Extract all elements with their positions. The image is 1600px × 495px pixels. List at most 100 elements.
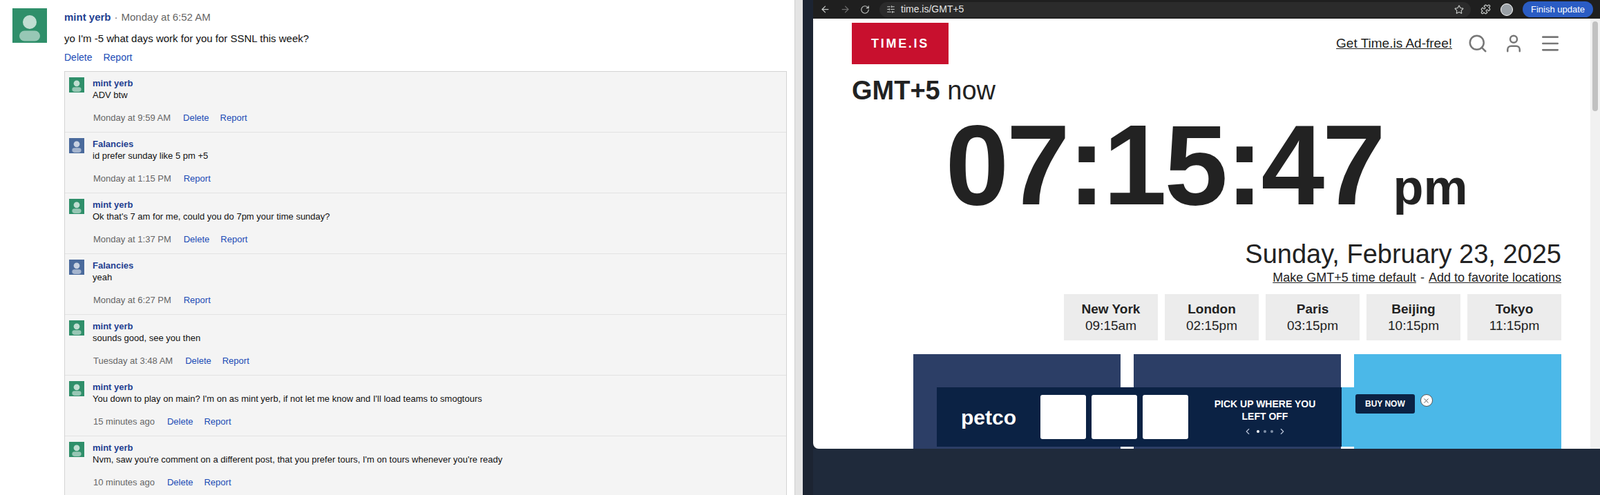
report-link[interactable]: Report	[183, 294, 211, 307]
reply-author[interactable]: mint yerb	[92, 381, 483, 394]
post-avatar-icon[interactable]	[12, 8, 47, 43]
city-box[interactable]: Paris03:15pm	[1265, 294, 1360, 341]
reply-avatar-icon[interactable]	[69, 77, 85, 93]
report-link[interactable]: Report	[102, 50, 132, 65]
reply-time: Monday at 9:59 AM	[93, 111, 171, 124]
reply-author[interactable]: mint yerb	[92, 77, 248, 90]
reply-time: 10 minutes ago	[93, 476, 155, 489]
reply-avatar-icon[interactable]	[69, 198, 85, 215]
reply-time: Monday at 6:27 PM	[93, 294, 172, 307]
search-icon[interactable]	[1467, 33, 1489, 54]
date-links: Make GMT+5 time default-Add to favorite …	[1272, 269, 1562, 287]
reply-avatar-icon[interactable]	[69, 259, 85, 275]
desktop-background	[813, 449, 1600, 495]
reply-text: You down to play on main? I'm on as mint…	[92, 393, 483, 405]
reply-text: ADV btw	[92, 89, 248, 101]
city-box[interactable]: Tokyo11:15pm	[1467, 294, 1562, 341]
reply-time: Monday at 1:15 PM	[93, 172, 172, 185]
city-box[interactable]: Beijing10:15pm	[1366, 294, 1461, 341]
reply-avatar-icon[interactable]	[69, 320, 85, 336]
extensions-icon[interactable]	[1480, 4, 1491, 15]
reply-time: Monday at 1:37 PM	[93, 233, 172, 246]
url: time.is/GMT+5	[900, 2, 964, 17]
reply-author[interactable]: Falancies	[92, 259, 211, 272]
city-list: New York09:15amLondon02:15pmParis03:15pm…	[1063, 294, 1562, 341]
post-actions: Report	[183, 294, 211, 307]
reply: mint yerbsounds good, see you then Tuesda…	[64, 315, 787, 376]
close-icon[interactable]	[1420, 394, 1433, 407]
back-icon[interactable]	[820, 4, 831, 15]
report-link[interactable]: Report	[220, 111, 248, 124]
petco-banner[interactable]: petco PICK UP WHERE YOU LEFT OFF BUY NOW	[936, 387, 1465, 447]
zone-heading: GMT+5 now	[851, 75, 1562, 106]
next-icon[interactable]	[1277, 426, 1288, 437]
reply: mint yerbOk that's 7 am for me, could yo…	[64, 193, 787, 255]
reply-avatar-icon[interactable]	[69, 442, 85, 458]
reply-author[interactable]: mint yerb	[92, 198, 331, 211]
city-box[interactable]: London02:15pm	[1164, 294, 1259, 341]
bookmark-icon[interactable]	[1454, 4, 1464, 15]
menu-icon[interactable]	[1539, 32, 1562, 55]
post-actions: Delete Report	[64, 50, 787, 65]
post-actions: Delete Report	[167, 476, 232, 489]
delete-link[interactable]: Delete	[185, 355, 212, 367]
prev-icon[interactable]	[1242, 426, 1253, 437]
forum-thread: mint yerb·Monday at 6:52 AMyo I'm -5 wha…	[0, 0, 795, 495]
reply-text: Nvm, saw you're comment on a different p…	[92, 453, 503, 466]
favorite-link[interactable]: Add to favorite locations	[1428, 269, 1562, 287]
clock-meridiem: pm	[1393, 162, 1469, 213]
reply-author[interactable]: Falancies	[92, 138, 211, 150]
account-icon[interactable]	[1503, 33, 1525, 54]
delete-link[interactable]: Delete	[183, 111, 210, 124]
page-content: TIME.IS Get Time.is Ad-free! GMT+5 now07:1…	[813, 18, 1591, 450]
replies-box: mint yerbADV btwMonday at 9:59 AMDeleteR…	[64, 71, 787, 495]
update-button[interactable]: Finish update	[1522, 1, 1594, 18]
reply: Falanciesid prefer sunday like 5 pm +5 Mo…	[64, 132, 787, 194]
reload-icon[interactable]	[860, 4, 870, 15]
reply: mint yerbNvm, saw you're comment on a di…	[64, 436, 787, 495]
forward-icon[interactable]	[840, 4, 851, 15]
delete-link[interactable]: Delete	[64, 50, 92, 65]
banner-headline: PICK UP WHERE YOU LEFT OFF	[1213, 397, 1317, 423]
city-box[interactable]: New York09:15am	[1063, 294, 1158, 341]
site-info-icon[interactable]	[886, 4, 896, 14]
clock: 07:15:47pm	[851, 108, 1562, 223]
report-link[interactable]: Report	[183, 172, 211, 185]
default-link[interactable]: Make GMT+5 time default	[1272, 269, 1417, 287]
post-text: yo I'm -5 what days work for you for SSN…	[64, 31, 787, 47]
reply-text: yeah	[92, 271, 211, 284]
screen: mint yerb·Monday at 6:52 AMyo I'm -5 wha…	[0, 0, 1600, 495]
profile-icon[interactable]	[1500, 3, 1513, 16]
delete-link[interactable]: Delete	[167, 415, 194, 428]
reply-author[interactable]: mint yerb	[92, 320, 250, 333]
reply-avatar-icon[interactable]	[69, 138, 85, 154]
reply: mint yerbYou down to play on main? I'm o…	[64, 375, 787, 437]
browser-toolbar: time.is/GMT+5 Finish update	[813, 0, 1600, 19]
reply-time: Tuesday at 3:48 AM	[93, 355, 173, 367]
reply-text: id prefer sunday like 5 pm +5	[92, 149, 211, 162]
post-actions: Delete Report	[185, 355, 250, 367]
panel-divider	[794, 0, 803, 495]
banner-brand: petco	[960, 402, 1017, 434]
post-actions: Delete Report	[167, 415, 232, 428]
post-time: Monday at 6:52 AM	[121, 9, 211, 26]
banner-buy-button[interactable]: BUY NOW	[1355, 394, 1415, 414]
delete-link[interactable]: Delete	[183, 233, 211, 246]
report-link[interactable]: Report	[203, 415, 231, 428]
post-author[interactable]: mint yerb	[64, 9, 112, 26]
reply-author[interactable]: mint yerb	[92, 442, 503, 454]
reply-text: sounds good, see you then	[92, 332, 250, 345]
reply: mint yerbADV btw Monday at 9:59 AM Delete R…	[64, 71, 787, 133]
date: Sunday, February 23, 2025	[1244, 239, 1562, 270]
report-link[interactable]: Report	[203, 476, 231, 489]
report-link[interactable]: Report	[222, 355, 250, 367]
reply-avatar-icon[interactable]	[69, 381, 85, 397]
ad-free-link[interactable]: Get Time.is Ad-free!	[1336, 33, 1453, 54]
scrollbar[interactable]	[1590, 18, 1600, 450]
reply-time: 15 minutes ago	[93, 415, 155, 428]
site-logo[interactable]: TIME.IS	[851, 22, 949, 65]
post-actions: Delete Report	[183, 233, 249, 246]
report-link[interactable]: Report	[220, 233, 248, 246]
address-bar[interactable]: time.is/GMT+5	[879, 2, 1471, 18]
delete-link[interactable]: Delete	[167, 476, 194, 489]
